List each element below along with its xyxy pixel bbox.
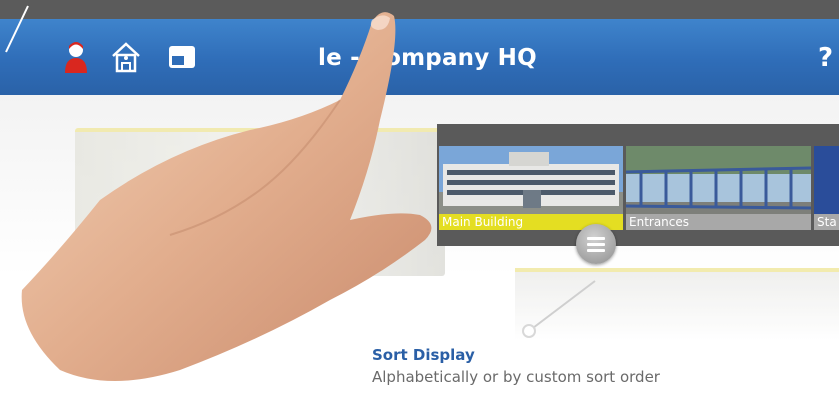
top-strip (0, 0, 839, 19)
camera-label: Entrances (626, 214, 811, 230)
menu-icon (587, 237, 605, 240)
app-header: le - Company HQ ? (0, 5, 839, 95)
camera-tile-main-building[interactable]: Main Building (439, 146, 623, 230)
camera-label: Sta (814, 214, 839, 230)
callout-line (522, 280, 596, 338)
corner-line (5, 5, 29, 53)
menu-icon-bar (587, 243, 605, 246)
user-icon[interactable] (63, 41, 89, 73)
camera-tile-entrances[interactable]: Entrances (626, 146, 811, 230)
faded-camera-panel (75, 128, 445, 276)
home-icon[interactable] (110, 41, 142, 73)
help-button[interactable]: ? (818, 43, 833, 73)
camera-tile-sta[interactable]: Sta (814, 146, 839, 230)
page-title: le - Company HQ (318, 45, 537, 71)
window-icon[interactable] (168, 45, 196, 69)
menu-icon-bar (587, 249, 605, 252)
feature-title: Sort Display (372, 346, 475, 364)
feature-description: Alphabetically or by custom sort order (372, 368, 660, 386)
menu-button[interactable] (576, 224, 616, 264)
